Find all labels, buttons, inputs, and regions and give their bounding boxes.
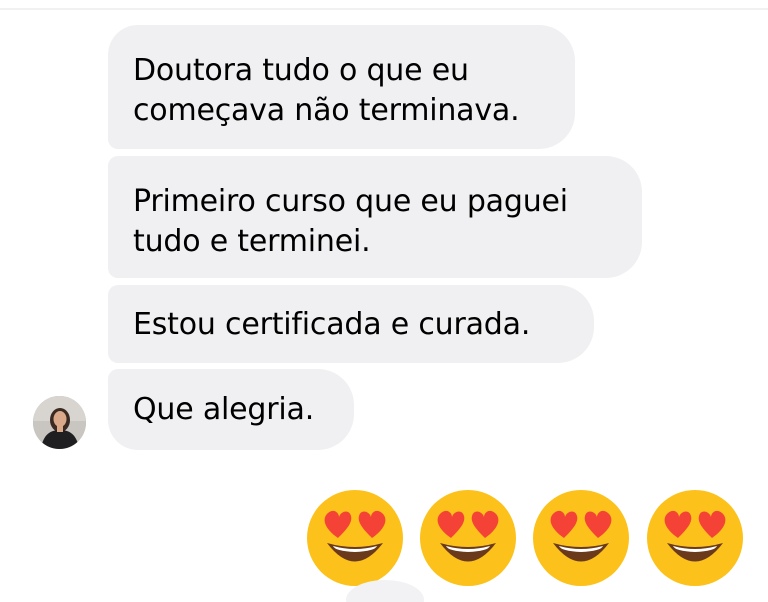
sender-avatar[interactable] bbox=[33, 396, 86, 449]
message-line: começava não terminava. bbox=[133, 93, 520, 128]
message-bubble[interactable]: Doutora tudo o que eu começava não termi… bbox=[108, 25, 575, 149]
heart-eyes-emoji-icon[interactable] bbox=[645, 488, 745, 588]
message-bubble[interactable]: Que alegria. bbox=[108, 369, 354, 450]
message-line: Estou certificada e curada. bbox=[133, 307, 531, 342]
message-line: Doutora tudo o que eu bbox=[133, 53, 469, 88]
message-line: Primeiro curso que eu paguei bbox=[133, 184, 568, 219]
heart-eyes-emoji-icon[interactable] bbox=[418, 488, 518, 588]
top-divider bbox=[0, 8, 768, 10]
heart-eyes-emoji-icon[interactable] bbox=[531, 488, 631, 588]
message-bubble[interactable]: Estou certificada e curada. bbox=[108, 285, 594, 363]
message-line: tudo e terminei. bbox=[133, 224, 371, 259]
avatar-photo-icon bbox=[33, 396, 86, 449]
message-bubble[interactable]: Primeiro curso que eu paguei tudo e term… bbox=[108, 156, 642, 278]
heart-eyes-emoji-icon[interactable] bbox=[305, 488, 405, 588]
message-line: Que alegria. bbox=[133, 392, 315, 427]
